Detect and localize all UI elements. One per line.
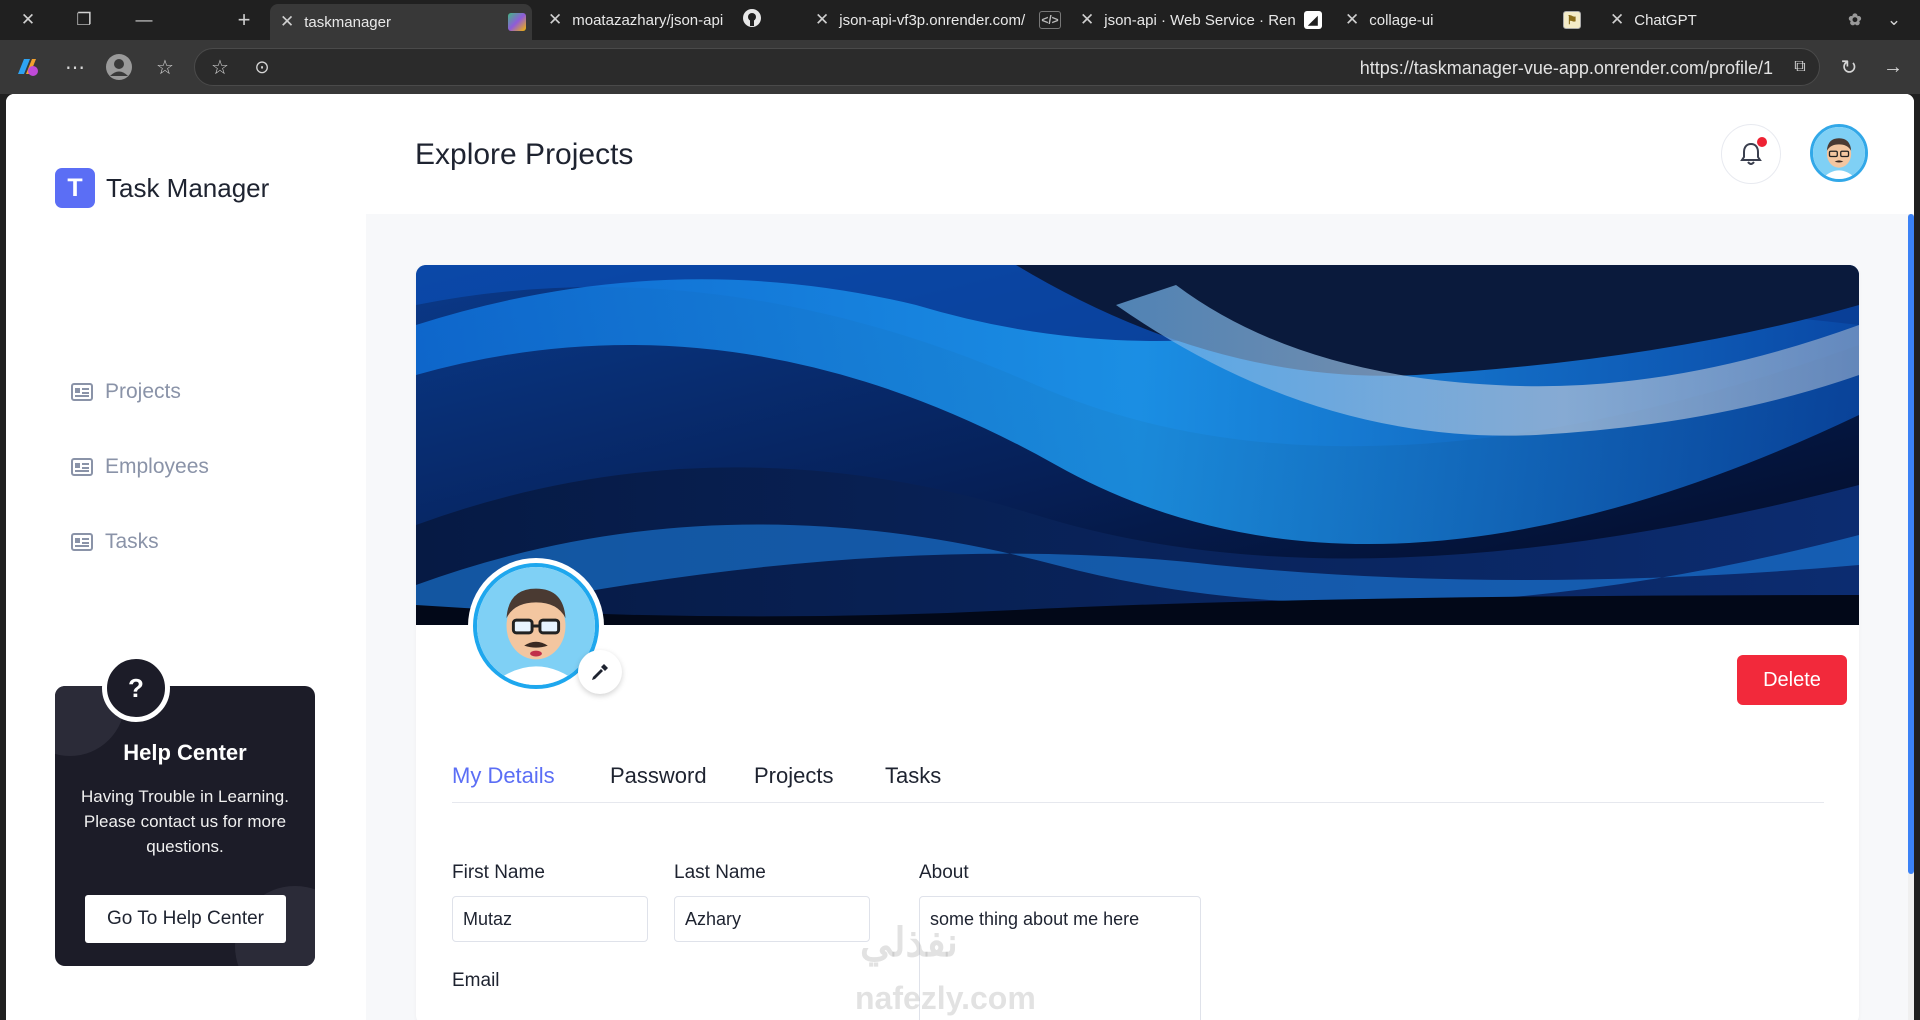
tab-json-api-render[interactable]: ✕ json-api-vf3p.onrender.com/ </> [805,4,1067,36]
brand-name: Task Manager [106,172,270,203]
profile-card: Delete My Details Password Projects Task… [416,265,1859,1020]
tab-title: moatazazhary/json-api [572,11,724,29]
sidebar-item-tasks[interactable]: Tasks [71,504,209,579]
vite-favicon-icon [508,13,526,31]
refresh-icon[interactable]: ↻ [1834,52,1864,82]
collage-favicon-icon: ⚑ [1563,11,1581,29]
first-name-label: First Name [452,862,545,883]
go-to-help-center-button[interactable]: Go To Help Center [85,895,286,943]
more-options-icon[interactable]: ⋯ [60,52,90,82]
close-window-icon[interactable]: ✕ [14,8,42,32]
code-favicon-icon: </> [1039,11,1061,29]
sidebar-item-label: Tasks [105,529,159,553]
tab-password[interactable]: Password [610,763,707,789]
render-favicon-icon: ◢ [1304,11,1322,29]
id-card-icon [71,532,93,551]
page-title: Explore Projects [415,138,634,171]
site-info-icon[interactable]: ⊙ [247,52,277,82]
tab-taskmanager[interactable]: ✕ taskmanager [270,4,532,40]
tab-title: ChatGPT [1634,11,1697,29]
tab-title: collage-ui [1369,11,1434,29]
sidebar-nav: Projects Employees Tasks [71,354,209,579]
top-bar: Explore Projects [366,94,1914,214]
help-question-icon: ? [102,654,170,722]
last-name-field[interactable]: Azhary [674,896,870,942]
brand-logo: T [55,168,95,208]
first-name-field[interactable]: Mutaz [452,896,648,942]
watermark-latin: nafezly.com [855,980,1036,1016]
help-center-title: Help Center [123,740,247,765]
forward-icon[interactable]: → [1878,52,1908,82]
tab-my-details[interactable]: My Details [452,763,555,789]
page: T Task Manager Projects Employees Tasks … [6,94,1914,1020]
id-card-icon [71,457,93,476]
edit-avatar-button[interactable] [578,650,622,694]
tab-chatgpt[interactable]: ✕ ChatGPT ✿ [1600,4,1870,36]
watermark-arabic: نفذلي [860,921,958,965]
eyedropper-icon [592,664,608,680]
close-tab-icon[interactable]: ✕ [1345,10,1359,30]
github-icon [742,8,762,32]
sidebar-item-label: Employees [105,454,209,478]
sidebar-item-projects[interactable]: Projects [71,354,209,429]
profile-banner-image [416,265,1859,625]
close-tab-icon[interactable]: ✕ [815,10,829,30]
tab-title: taskmanager [304,13,391,31]
brand[interactable]: T Task Manager [55,168,269,208]
browser-tab-bar: ✕ ❐ — + ✕ taskmanager ✕ moatazazhary/jso… [0,0,1920,40]
favorite-star-icon[interactable]: ☆ [205,52,235,82]
delete-button[interactable]: Delete [1737,655,1847,705]
favorites-list-icon[interactable]: ☆ [150,52,180,82]
sidebar-item-label: Projects [105,379,181,403]
tab-collage-ui[interactable]: ✕ collage-ui ⚑ [1335,4,1587,36]
notifications-button[interactable] [1721,124,1781,184]
help-center-text: Having Trouble in Learning. Please conta… [81,787,289,856]
notification-dot [1757,137,1767,147]
profile-icon[interactable] [104,52,134,82]
copilot-icon[interactable] [12,52,42,82]
close-tab-icon[interactable]: ✕ [548,10,562,30]
tab-actions-icon[interactable]: ❐ [70,8,98,32]
page-scrollbar[interactable] [1908,214,1914,1020]
tab-projects[interactable]: Projects [754,763,833,789]
address-toolbar: ⋯ ☆ ☆ ⊙ https://taskmanager-vue-app.onre… [0,40,1920,94]
user-avatar[interactable] [1810,124,1868,182]
id-card-icon [71,382,93,401]
new-tab-icon[interactable]: + [230,7,258,32]
address-bar[interactable]: ☆ ⊙ https://taskmanager-vue-app.onrender… [194,48,1820,86]
profile-tabs: My Details Password Projects Tasks [452,763,1824,803]
minimize-icon[interactable]: — [130,8,158,32]
app-available-icon[interactable]: ⧉ [1785,52,1815,82]
scrollbar-thumb[interactable] [1908,214,1914,874]
url-text[interactable]: https://taskmanager-vue-app.onrender.com… [1360,58,1773,79]
help-center-card: Help Center Having Trouble in Learning. … [55,686,315,966]
chatgpt-favicon-icon: ✿ [1848,12,1862,29]
tab-tasks[interactable]: Tasks [885,763,941,789]
close-tab-icon[interactable]: ✕ [1080,10,1094,30]
sidebar: T Task Manager Projects Employees Tasks … [6,94,366,1020]
tab-json-api-web-service[interactable]: ✕ json-api · Web Service · Ren ◢ [1070,4,1328,36]
about-label: About [919,862,969,883]
tab-title: json-api · Web Service · Ren [1104,11,1296,29]
tab-list-chevron-icon[interactable]: ⌄ [1880,8,1908,32]
tab-title: json-api-vf3p.onrender.com/ [839,11,1026,29]
close-tab-icon[interactable]: ✕ [280,12,294,32]
sidebar-item-employees[interactable]: Employees [71,429,209,504]
last-name-label: Last Name [674,862,766,883]
close-tab-icon[interactable]: ✕ [1610,10,1624,30]
email-label: Email [452,970,500,991]
tab-json-api-repo[interactable]: ✕ moatazazhary/json-api [538,4,770,36]
